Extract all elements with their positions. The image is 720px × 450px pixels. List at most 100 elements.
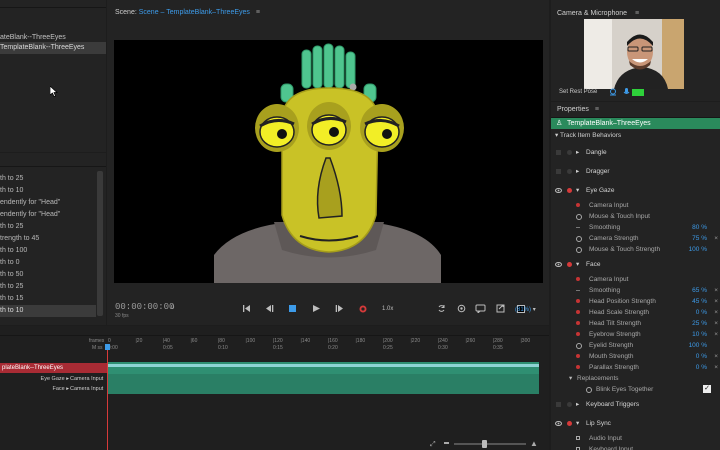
history-item[interactable]: trength to 45 xyxy=(0,233,96,245)
set-rest-pose-button[interactable]: Set Rest Pose xyxy=(559,89,597,95)
record-arm-off-icon[interactable] xyxy=(567,169,572,174)
clear-icon[interactable]: × xyxy=(714,329,718,340)
behavior-eye-gaze[interactable]: ▾ Eye Gaze xyxy=(551,181,720,200)
microphone-icon[interactable] xyxy=(623,88,630,96)
subtrack-clip[interactable] xyxy=(108,374,539,384)
param-head-tilt-strength[interactable]: Head Tilt Strength 25 % × xyxy=(551,318,720,329)
visibility-toggle[interactable] xyxy=(555,162,562,181)
param-camera-strength[interactable]: Camera Strength 75 % × xyxy=(551,233,720,244)
eye-icon[interactable] xyxy=(555,181,562,200)
param-eyelid-strength[interactable]: Eyelid Strength 100 % xyxy=(551,340,720,351)
clear-icon[interactable]: × xyxy=(714,351,718,362)
behavior-lip-sync[interactable]: ▾ Lip Sync xyxy=(551,414,720,433)
go-to-start-icon[interactable] xyxy=(242,304,251,313)
frame-ruler[interactable]: 0 |20 |40 |60 |80 |100 |120 |140 |160 |180 |200 |22… xyxy=(108,338,540,345)
param-value[interactable]: 0 % xyxy=(696,307,707,318)
loop-icon[interactable] xyxy=(437,304,446,313)
clear-icon[interactable]: × xyxy=(714,233,718,244)
param-audio-input[interactable]: Audio Input xyxy=(551,433,720,444)
param-camera-input[interactable]: Camera Input xyxy=(551,200,720,211)
history-item[interactable]: th to 15 xyxy=(0,293,96,305)
param-value[interactable]: 45 % xyxy=(692,296,707,307)
armed-icon[interactable] xyxy=(576,277,580,281)
param-replacements[interactable]: ▾ Replacements xyxy=(551,373,720,384)
param-value[interactable]: 10 % xyxy=(692,329,707,340)
visibility-toggle[interactable] xyxy=(555,143,562,162)
zoom-slider[interactable] xyxy=(454,443,526,445)
param-smoothing[interactable]: Smoothing 65 % × xyxy=(551,285,720,296)
comment-icon[interactable] xyxy=(475,304,486,313)
zoom-level[interactable]: (81%) ▾ xyxy=(515,306,536,313)
record-arm-off-icon[interactable] xyxy=(567,402,572,407)
armed-icon[interactable] xyxy=(576,321,580,325)
zoom-out-icon[interactable] xyxy=(444,442,449,444)
param-eyebrow-strength[interactable]: Eyebrow Strength 10 % × xyxy=(551,329,720,340)
chevron-right-icon[interactable]: ▸ xyxy=(576,162,579,181)
param-blink-eyes-together[interactable]: Blink Eyes Together ✓ xyxy=(551,384,720,395)
chevron-right-icon[interactable]: ▸ xyxy=(576,143,579,162)
history-item[interactable]: th to 25 xyxy=(0,281,96,293)
history-item[interactable]: th to 10 xyxy=(0,185,96,197)
param-value[interactable]: 100 % xyxy=(689,340,707,351)
eye-icon[interactable] xyxy=(555,414,562,433)
subtrack-label[interactable]: Eye Gaze ▸ Camera Input xyxy=(0,374,107,384)
dash-icon[interactable] xyxy=(576,227,580,228)
eye-icon[interactable] xyxy=(555,255,562,274)
play-icon[interactable] xyxy=(312,304,321,313)
param-mouse-touch-strength[interactable]: Mouse & Touch Strength 100 % xyxy=(551,244,720,255)
param-value[interactable]: 0 % xyxy=(696,362,707,373)
section-header[interactable]: ▾ Track Item Behaviors xyxy=(551,130,720,141)
param-value[interactable]: 75 % xyxy=(692,233,707,244)
behavior-keyboard-triggers[interactable]: ▸ Keyboard Triggers xyxy=(551,395,720,414)
unarmed-icon[interactable] xyxy=(576,236,582,242)
stop-icon[interactable] xyxy=(289,305,296,312)
fit-icon[interactable]: ⤢ xyxy=(430,441,436,449)
behavior-dangle[interactable]: ▸ Dangle xyxy=(551,143,720,162)
chevron-down-icon[interactable]: ▾ xyxy=(576,181,579,200)
param-head-scale-strength[interactable]: Head Scale Strength 0 % × xyxy=(551,307,720,318)
playback-speed[interactable]: 1.0x xyxy=(382,306,393,312)
history-item-selected[interactable]: th to 10 xyxy=(0,305,96,317)
unarmed-icon[interactable] xyxy=(576,214,582,220)
param-mouse-touch-input[interactable]: Mouse & Touch Input xyxy=(551,211,720,222)
settings-icon[interactable] xyxy=(457,304,466,313)
param-value[interactable]: 25 % xyxy=(692,318,707,329)
export-icon[interactable] xyxy=(496,304,505,313)
behavior-dragger[interactable]: ▸ Dragger xyxy=(551,162,720,181)
visibility-toggle[interactable] xyxy=(555,395,562,414)
param-camera-input[interactable]: Camera Input xyxy=(551,274,720,285)
behavior-face[interactable]: ▾ Face xyxy=(551,255,720,274)
clear-icon[interactable]: × xyxy=(714,296,718,307)
param-parallax-strength[interactable]: Parallax Strength 0 % × xyxy=(551,362,720,373)
track-label[interactable]: plateBlank--ThreeEyes xyxy=(0,363,107,373)
subtrack-label[interactable]: Face ▸ Camera Input xyxy=(0,384,107,394)
record-arm-icon[interactable] xyxy=(567,421,572,426)
param-head-position-strength[interactable]: Head Position Strength 45 % × xyxy=(551,296,720,307)
history-item[interactable]: th to 25 xyxy=(0,173,96,185)
unarmed-icon[interactable] xyxy=(576,343,582,349)
checkbox-checked-icon[interactable]: ✓ xyxy=(703,385,711,393)
clear-icon[interactable]: × xyxy=(714,307,718,318)
panel-menu-icon[interactable]: ≡ xyxy=(635,10,639,17)
armed-icon[interactable] xyxy=(576,332,580,336)
chevron-right-icon[interactable]: ▸ xyxy=(576,395,579,414)
clear-icon[interactable]: × xyxy=(714,362,718,373)
chevron-down-icon[interactable]: ▾ xyxy=(576,255,579,274)
param-value[interactable]: 80 % xyxy=(692,222,707,233)
history-item[interactable]: th to 100 xyxy=(0,245,96,257)
time-ruler[interactable]: 0:00 0:05 0:10 0:15 0:20 0:25 0:30 0:35 xyxy=(108,345,540,352)
unarmed-icon[interactable] xyxy=(576,247,582,253)
zoom-in-icon[interactable]: ▲ xyxy=(530,439,538,448)
history-item[interactable]: th to 50 xyxy=(0,269,96,281)
track-clip[interactable] xyxy=(108,362,539,374)
param-value[interactable]: 100 % xyxy=(689,244,707,255)
panel-menu-icon[interactable]: ≡ xyxy=(595,106,599,113)
record-arm-icon[interactable] xyxy=(567,188,572,193)
history-item[interactable]: endently for "Head" xyxy=(0,197,96,209)
clear-icon[interactable]: × xyxy=(714,285,718,296)
input-icon[interactable] xyxy=(576,436,580,440)
armed-icon[interactable] xyxy=(576,354,580,358)
subtrack-clip[interactable] xyxy=(108,384,539,394)
history-item[interactable]: th to 0 xyxy=(0,257,96,269)
zoom-slider-handle[interactable] xyxy=(482,440,487,448)
